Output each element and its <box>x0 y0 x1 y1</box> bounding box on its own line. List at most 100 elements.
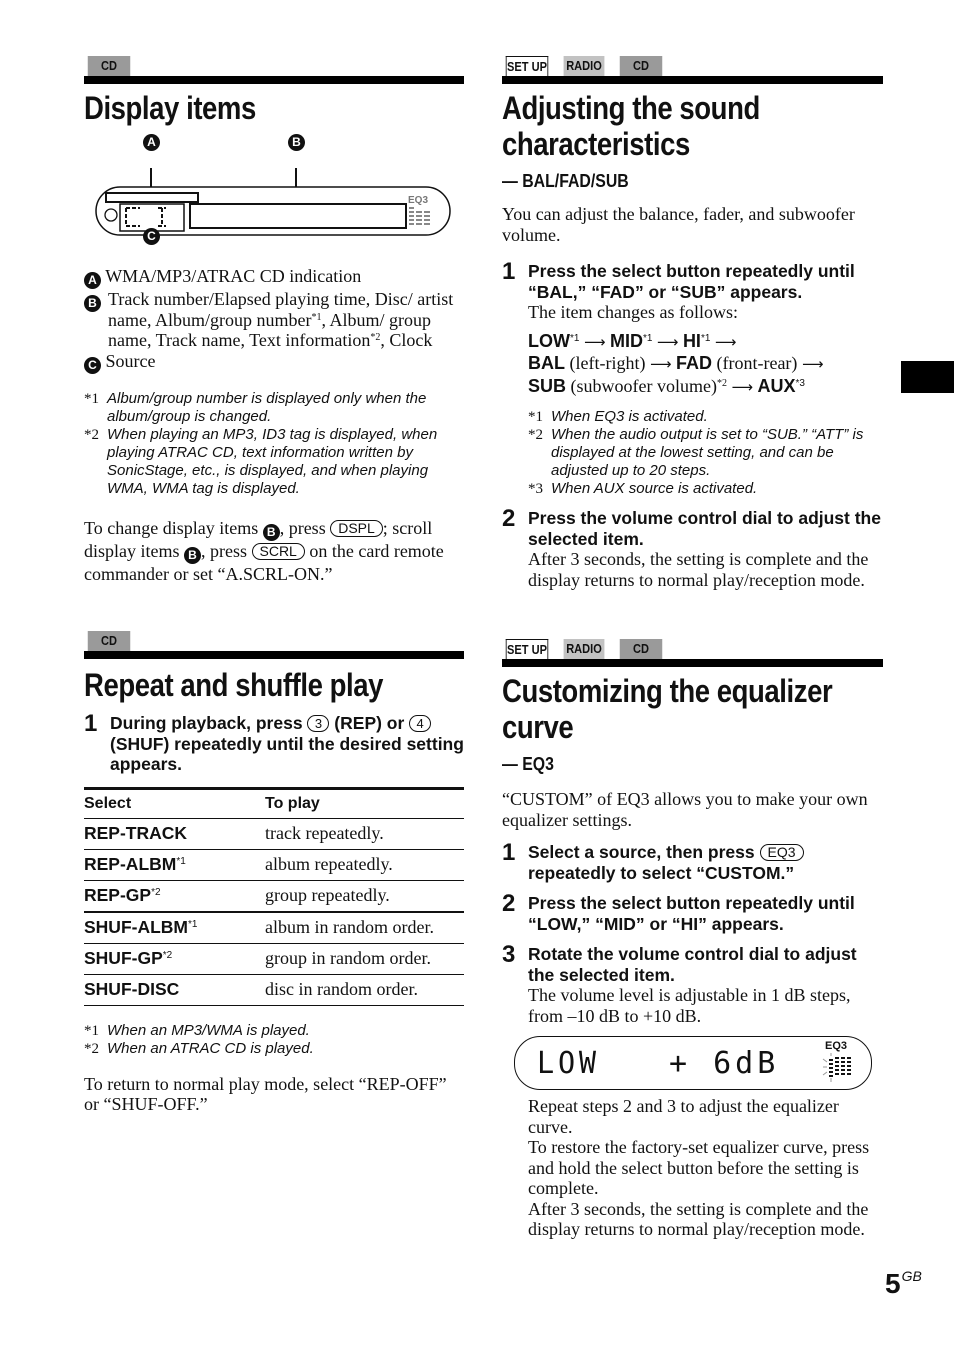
step-heading: Rotate the volume control dial to adjust… <box>528 944 857 985</box>
category-tab-setup: SET UP <box>505 639 549 659</box>
legend-item-c: C Source <box>84 351 464 374</box>
step-number: 1 <box>502 258 516 285</box>
scrl-key: SCRL <box>251 542 305 560</box>
display-diagram: EQ3 A B C <box>84 134 464 246</box>
category-tab-setup: SET UP <box>505 56 549 76</box>
note-2: *2 When the audio output is set to “SUB.”… <box>528 426 864 479</box>
section-title: Display items <box>84 90 256 126</box>
lcd-value: + 6dB <box>669 1046 780 1081</box>
button-4-key: 4 <box>409 715 432 732</box>
eq-lcd-display: LOW + 6dB EQ3 <box>514 1036 872 1090</box>
arrow-icon: ⟶ <box>731 377 753 396</box>
chapter-tab-marker <box>901 361 954 393</box>
step-2: 2 Press the volume control dial to adjus… <box>502 505 883 590</box>
arrow-icon: ⟶ <box>801 355 824 373</box>
after-paragraph: To restore the factory-set equalizer cur… <box>528 1137 870 1198</box>
legend-item-a: A WMA/MP3/ATRAC CD indication <box>84 266 464 289</box>
category-tab-cd: CD <box>87 56 131 76</box>
lcd-band: LOW <box>537 1046 600 1081</box>
intro-text: “CUSTOM” of EQ3 allows you to make your … <box>502 789 868 830</box>
step-number: 2 <box>502 505 516 532</box>
section-sound-characteristics: SET UP RADIO CD Adjusting the sound char… <box>502 56 883 590</box>
section-rule <box>502 76 883 84</box>
display-instruction: To change display items B, press DSPL; s… <box>84 517 444 584</box>
step-3: 3 Rotate the volume control dial to adju… <box>502 941 883 1026</box>
disc-icon <box>104 208 118 222</box>
dspl-key: DSPL <box>330 519 383 537</box>
section-display-items: CD Display items EQ3 A B C A WMA/MP3/ATR… <box>84 56 464 584</box>
category-tab-cd: CD <box>87 631 131 651</box>
step-text: During playback, press 3 (REP) or 4 (SHU… <box>110 713 464 774</box>
step-heading: Press the volume control dial to adjust … <box>528 508 881 549</box>
badge-b: B <box>184 546 201 564</box>
badge-a: A <box>84 272 101 289</box>
note-2: *2 When an ATRAC CD is played. <box>84 1039 314 1057</box>
display-notes: *1 Album/group number is displayed only w… <box>84 390 464 498</box>
legend-text: WMA/MP3/ATRAC CD indication <box>105 266 362 286</box>
table-row: REP-ALBM*1 album repeatedly. <box>84 849 464 881</box>
note-2: *2 When playing an MP3, ID3 tag is displa… <box>84 425 438 497</box>
step-number: 3 <box>502 941 516 968</box>
header-to-play: To play <box>265 786 464 819</box>
step-number: 1 <box>502 839 516 866</box>
lcd-indicator-box <box>105 192 199 203</box>
arrow-icon: ⟶ <box>583 332 606 351</box>
intro-text: You can adjust the balance, fader, and s… <box>502 204 855 245</box>
table-row: SHUF-ALBM*1 album in random order. <box>84 910 464 944</box>
step-text: The item changes as follows: <box>528 302 738 322</box>
repeat-shuffle-table: Select To play REP-TRACK track repeatedly… <box>84 786 464 1006</box>
table-row: REP-GP*2 group repeatedly. <box>84 880 464 912</box>
category-tabs: SET UP RADIO CD <box>502 56 883 76</box>
right-column: SET UP RADIO CD Adjusting the sound char… <box>502 56 883 1239</box>
category-tabs: CD <box>84 56 464 76</box>
legend-text: Source <box>105 350 156 371</box>
step-number: 2 <box>502 890 516 917</box>
after-paragraph: After 3 seconds, the setting is complete… <box>528 1198 869 1240</box>
step-1: 1 During playback, press 3 (REP) or 4 (S… <box>84 710 464 775</box>
category-tab-cd: CD <box>619 56 663 76</box>
section-subtitle: — EQ3 <box>502 754 554 774</box>
lcd-eq3-label: EQ3 <box>825 1040 848 1052</box>
section-rule <box>502 659 883 667</box>
step-1: 1 Press the select button repeatedly unt… <box>502 258 883 498</box>
callout-c: C <box>143 228 160 245</box>
closing-text: To return to normal play mode, select “R… <box>84 1073 447 1115</box>
section-title: Repeat and shuffle play <box>84 667 384 703</box>
category-tab-radio: RADIO <box>563 639 605 659</box>
table-row: REP-TRACK track repeatedly. <box>84 818 464 850</box>
section-subtitle: — BAL/FAD/SUB <box>502 171 629 191</box>
section-rule <box>84 76 464 84</box>
step-text: The volume level is adjustable in 1 dB s… <box>528 985 851 1026</box>
section-repeat-shuffle: CD Repeat and shuffle play 1 During play… <box>84 631 464 1115</box>
step-number: 1 <box>84 710 98 737</box>
category-tab-radio: RADIO <box>563 56 605 76</box>
note-3: *3 When AUX source is activated. <box>528 480 758 497</box>
badge-c: C <box>84 356 101 374</box>
section-rule <box>84 651 464 659</box>
step-heading: Press the select button repeatedly until… <box>528 261 855 302</box>
page-suffix: GB <box>901 1268 922 1284</box>
section-title: Customizing the equalizer curve <box>502 673 833 745</box>
category-tab-cd: CD <box>619 639 663 659</box>
step-1: 1 Select a source, then press EQ3 repeat… <box>502 839 883 883</box>
header-select: Select <box>84 786 265 819</box>
category-tabs: CD <box>84 631 464 651</box>
section-equalizer: SET UP RADIO CD Customizing the equalize… <box>502 639 883 1240</box>
button-3-key: 3 <box>307 715 330 732</box>
step-heading: Press the select button repeatedly until… <box>528 893 855 934</box>
item-sequence: LOW*1 ⟶ MID*1 ⟶ HI*1 ⟶ BAL (left-right) … <box>528 330 824 396</box>
table-row: SHUF-GP*2 group in random order. <box>84 943 464 975</box>
callout-a: A <box>143 134 160 151</box>
arrow-icon: ⟶ <box>714 332 737 351</box>
note-1: *1 Album/group number is displayed only w… <box>84 389 427 425</box>
badge-b: B <box>84 295 101 312</box>
lcd-text-area <box>189 203 407 229</box>
eq-after-text: Repeat steps 2 and 3 to adjust the equal… <box>528 1096 883 1240</box>
after-paragraph: Repeat steps 2 and 3 to adjust the equal… <box>528 1096 839 1137</box>
display-diagram-svg: EQ3 <box>95 168 451 238</box>
step-2: 2 Press the select button repeatedly unt… <box>502 890 883 934</box>
badge-b: B <box>262 523 280 541</box>
sound-notes: *1 When EQ3 is activated. *2 When the audi… <box>528 408 883 498</box>
step-heading: Select a source, then press EQ3 repeated… <box>528 842 883 883</box>
legend-text: Track number/Elapsed playing time, Disc/… <box>108 289 454 350</box>
